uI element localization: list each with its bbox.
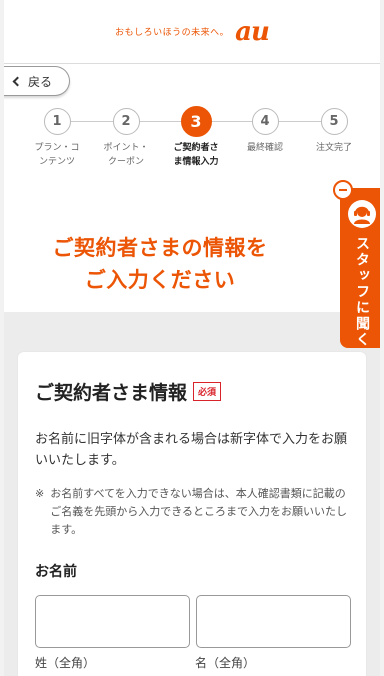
section-title: ご契約者さま情報 — [35, 382, 188, 404]
brand-tagline: おもしろいほうの未来へ。 — [115, 28, 230, 38]
back-button[interactable]: 戻る — [4, 66, 70, 96]
step-3-current: 3 ご契約者さ ま情報入力 — [164, 106, 228, 169]
contractor-info-card: ご契約者さま情報 必須 お名前に旧字体が含まれる場合は新字体で入力をお願いいたし… — [18, 352, 366, 676]
step-number: 5 — [320, 108, 348, 135]
close-icon[interactable] — [333, 180, 353, 200]
step-1: 1 プラン・コ ンテンツ — [25, 108, 89, 169]
step-4: 4 最終確認 — [233, 108, 297, 155]
required-badge: 必須 — [193, 382, 222, 401]
first-name-sublabel: 名（全角） — [195, 656, 256, 670]
last-name-input[interactable] — [35, 595, 190, 648]
page-title: ご契約者さまの情報を ご入力ください — [52, 236, 268, 292]
first-name-input[interactable] — [196, 595, 351, 648]
app-frame: おもしろいほうの未来へ。 au 戻る 1 プラン・コ ンテンツ 2 ポイント・ クー… — [4, 0, 380, 676]
name-sublabels: 姓（全角） 名（全角） — [35, 654, 349, 671]
step-label: ポイント・ クーポン — [103, 143, 149, 167]
step-number: 2 — [112, 108, 140, 135]
step-5: 5 注文完了 — [302, 108, 366, 155]
site-header: おもしろいほうの未来へ。 au — [4, 0, 380, 64]
chevron-left-icon — [12, 76, 23, 86]
note-text: お名前すべてを入力できない場合は、本人確認書類に記載のご名義を先頭から入力できる… — [50, 487, 347, 536]
name-inputs — [35, 595, 351, 648]
card-title: ご契約者さま情報 必須 — [35, 378, 349, 405]
ask-staff-button[interactable]: スタッフに聞く — [333, 180, 380, 348]
name-field-label: お名前 — [35, 564, 77, 580]
step-number: 1 — [43, 108, 71, 135]
step-label: 注文完了 — [315, 143, 352, 153]
step-2: 2 ポイント・ クーポン — [94, 108, 158, 169]
step-label: 最終確認 — [246, 143, 283, 153]
step-label: プラン・コ ンテンツ — [34, 143, 80, 167]
step-section: 戻る 1 プラン・コ ンテンツ 2 ポイント・ クーポン 3 ご契約者さ ま情報入力 … — [4, 64, 380, 312]
ask-staff-label: スタッフに聞く — [354, 236, 370, 348]
note: ※ お名前すべてを入力できない場合は、本人確認書類に記載のご名義を先頭から入力で… — [35, 485, 349, 539]
intro-text: お名前に旧字体が含まれる場合は新字体で入力をお願いいたします。 — [35, 432, 348, 468]
last-name-sublabel: 姓（全角） — [35, 656, 96, 670]
step-label: ご契約者さ ま情報入力 — [173, 143, 219, 167]
au-logo[interactable]: au — [235, 19, 270, 45]
back-button-label: 戻る — [28, 74, 53, 89]
progress-steps: 1 プラン・コ ンテンツ 2 ポイント・ クーポン 3 ご契約者さ ま情報入力 4 最… — [24, 106, 352, 188]
headset-person-icon — [348, 200, 376, 228]
step-number: 3 — [180, 106, 212, 137]
step-number: 4 — [251, 108, 279, 135]
note-mark: ※ — [35, 487, 45, 500]
